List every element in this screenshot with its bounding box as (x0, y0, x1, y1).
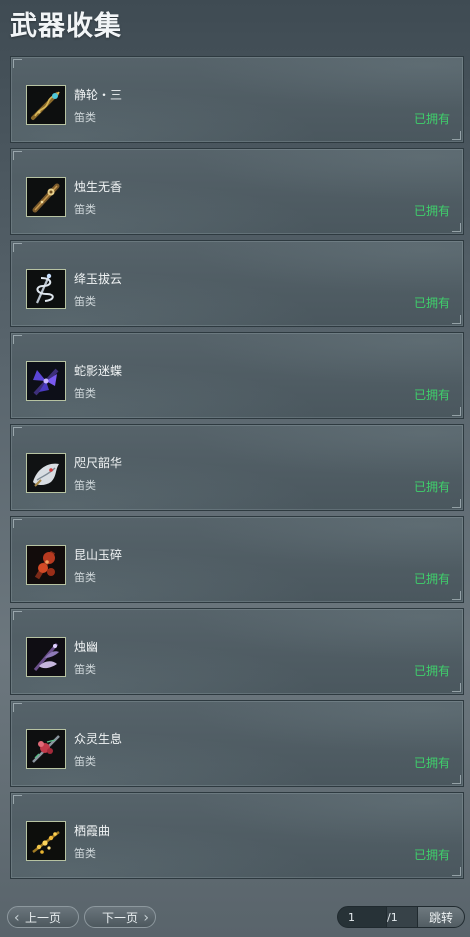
weapon-card[interactable]: 蛇影迷蝶 笛类 已拥有 (10, 332, 464, 419)
gold-blossom-flute-icon (26, 821, 66, 861)
weapon-type: 笛类 (74, 479, 96, 492)
weapon-type: 笛类 (74, 295, 96, 308)
owned-status: 已拥有 (413, 112, 450, 126)
owned-status: 已拥有 (413, 572, 450, 586)
owned-status: 已拥有 (413, 480, 450, 494)
white-beast-flute-icon (26, 453, 66, 493)
owned-status: 已拥有 (413, 388, 450, 402)
weapon-card[interactable]: 众灵生息 笛类 已拥有 (10, 700, 464, 787)
weapon-name: 静轮・三 (74, 88, 123, 102)
page-title: 武器收集 (10, 11, 122, 42)
pagination-bar: ‹ 上一页 下一页 › /1 跳转 (7, 906, 467, 930)
weapon-name: 绛玉拔云 (74, 272, 123, 286)
prev-page-label: 上一页 (24, 911, 61, 925)
weapon-card[interactable]: 栖霞曲 笛类 已拥有 (10, 792, 464, 879)
weapon-type: 笛类 (74, 571, 96, 584)
weapon-name: 众灵生息 (74, 732, 123, 746)
owned-status: 已拥有 (413, 664, 450, 678)
next-page-button[interactable]: 下一页 › (84, 906, 156, 928)
weapon-card[interactable]: 绛玉拔云 笛类 已拥有 (10, 240, 464, 327)
weapon-card[interactable]: 静轮・三 笛类 已拥有 (10, 56, 464, 143)
red-blossom-flute-icon (26, 729, 66, 769)
weapon-name: 栖霞曲 (74, 824, 111, 838)
weapon-name: 蛇影迷蝶 (74, 364, 123, 378)
weapon-card[interactable]: 烛幽 笛类 已拥有 (10, 608, 464, 695)
owned-status: 已拥有 (413, 756, 450, 770)
violet-feather-flute-icon (26, 637, 66, 677)
weapon-card[interactable]: 烛生无香 笛类 已拥有 (10, 148, 464, 235)
golden-flute-icon (26, 85, 66, 125)
silver-dragon-flute-icon (26, 269, 66, 309)
weapon-type: 笛类 (74, 847, 96, 860)
chevron-left-icon: ‹ (14, 910, 20, 926)
jump-button[interactable]: 跳转 (417, 906, 465, 928)
prev-page-button[interactable]: ‹ 上一页 (7, 906, 79, 928)
red-jade-flute-icon (26, 545, 66, 585)
weapon-name: 烛幽 (74, 640, 99, 654)
purple-butterfly-flute-icon (26, 361, 66, 401)
weapon-name: 昆山玉碎 (74, 548, 123, 562)
owned-status: 已拥有 (413, 204, 450, 218)
weapon-type: 笛类 (74, 755, 96, 768)
weapon-list: 静轮・三 笛类 已拥有 烛生无香 笛类 已拥有 绛玉拔云 笛类 已拥有 蛇影迷蝶… (10, 56, 464, 884)
bronze-flute-icon (26, 177, 66, 217)
owned-status: 已拥有 (413, 296, 450, 310)
chevron-right-icon: › (143, 910, 149, 926)
weapon-card[interactable]: 昆山玉碎 笛类 已拥有 (10, 516, 464, 603)
next-page-label: 下一页 (101, 911, 138, 925)
weapon-name: 咫尺韶华 (74, 456, 123, 470)
page-total: /1 (387, 906, 417, 928)
weapon-type: 笛类 (74, 203, 96, 216)
weapon-type: 笛类 (74, 387, 96, 400)
weapon-name: 烛生无香 (74, 180, 123, 194)
weapon-card[interactable]: 咫尺韶华 笛类 已拥有 (10, 424, 464, 511)
owned-status: 已拥有 (413, 848, 450, 862)
page-number-input[interactable] (337, 906, 387, 928)
weapon-type: 笛类 (74, 663, 96, 676)
weapon-type: 笛类 (74, 111, 96, 124)
